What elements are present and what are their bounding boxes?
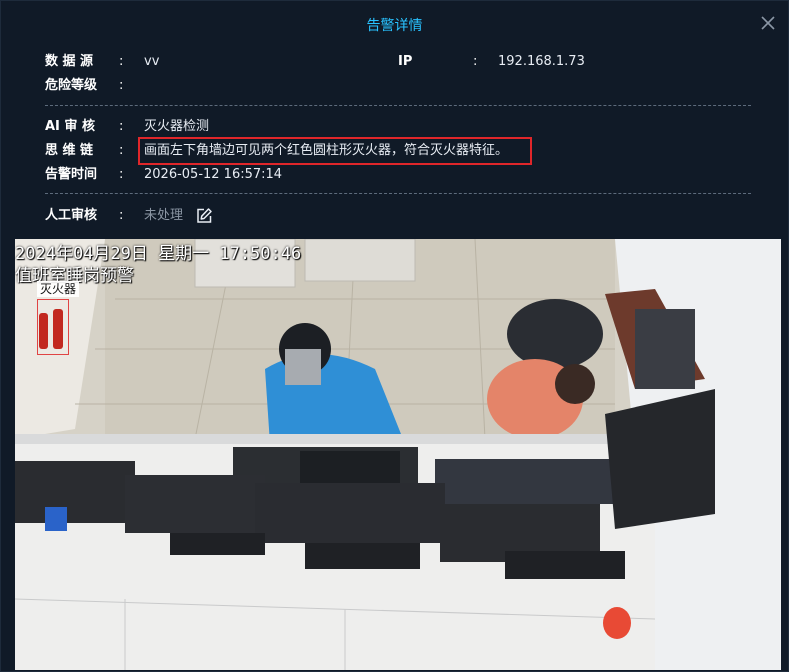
edit-icon[interactable]	[195, 207, 213, 225]
ip-label: IP	[398, 54, 413, 69]
alarm-detail-dialog: 告警详情 数 据 源 : vv IP : 192.168.1.73 危险等级 :…	[0, 0, 789, 672]
risk-colon: :	[119, 78, 124, 93]
divider	[45, 105, 751, 106]
detection-box	[37, 299, 69, 355]
chain-row: 思 维 链 : 画面左下角墙边可见两个红色圆柱形灭火器，符合灭火器特征。	[1, 142, 789, 160]
ai-review-colon: :	[119, 119, 124, 134]
time-row: 告警时间 : 2026-05-12 16:57:14	[1, 166, 789, 184]
divider	[45, 193, 751, 194]
risk-label: 危险等级	[45, 78, 98, 93]
ai-review-value: 灭火器检测	[144, 119, 210, 134]
source-row: 数 据 源 : vv IP : 192.168.1.73	[1, 53, 789, 71]
ip-value: 192.168.1.73	[498, 54, 585, 69]
chain-label: 思 维 链	[45, 143, 94, 158]
alarm-snapshot-image: 2024年04月29日 星期一 17:50:46 值班室睡岗预警 灭火器	[15, 239, 781, 670]
source-label: 数 据 源	[45, 54, 94, 69]
risk-row: 危险等级 :	[1, 77, 789, 95]
ai-review-row: AI 审 核 : 灭火器检测	[1, 118, 789, 136]
chain-colon: :	[119, 143, 124, 158]
detection-label: 灭火器	[37, 281, 80, 297]
source-value: vv	[144, 54, 160, 69]
time-colon: :	[119, 167, 124, 182]
manual-review-status: 未处理	[144, 208, 184, 223]
manual-review-row: 人工审核 : 未处理	[1, 207, 789, 225]
dialog-title: 告警详情	[366, 18, 423, 34]
manual-review-colon: :	[119, 208, 124, 223]
snapshot-scene	[15, 239, 781, 670]
ip-colon: :	[473, 54, 478, 69]
time-value: 2026-05-12 16:57:14	[144, 167, 283, 182]
ai-review-label: AI 审 核	[45, 119, 95, 134]
close-icon[interactable]	[758, 13, 778, 33]
chain-value: 画面左下角墙边可见两个红色圆柱形灭火器，符合灭火器特征。	[144, 143, 509, 158]
manual-review-label: 人工审核	[45, 208, 98, 223]
time-label: 告警时间	[45, 167, 98, 182]
source-colon: :	[119, 54, 124, 69]
